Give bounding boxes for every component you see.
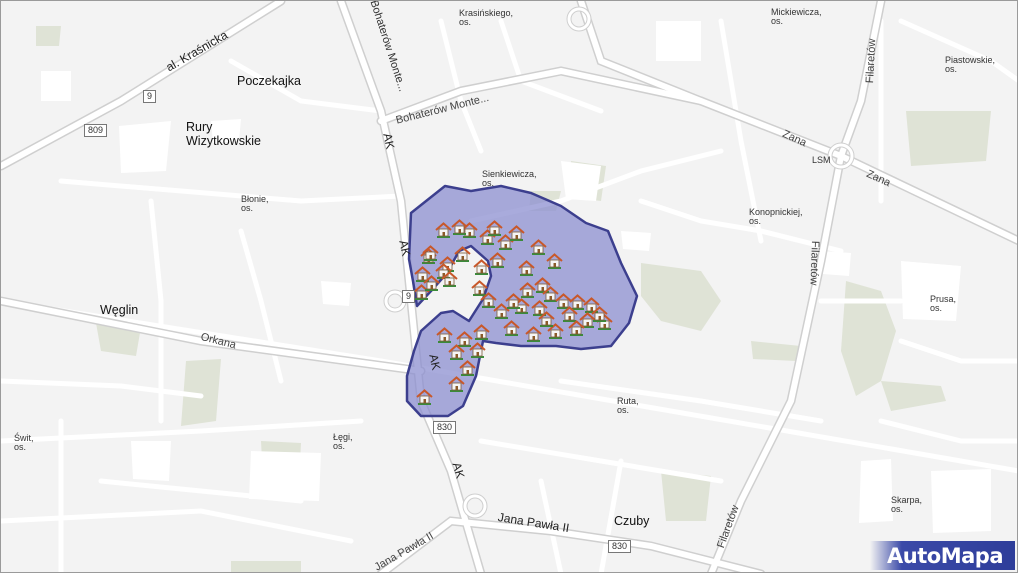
road-shield-small-1: 9	[143, 90, 157, 103]
road-label-filaretow-1: Filaretów	[864, 38, 879, 84]
road-label-ak-south: AK	[426, 352, 444, 372]
place-label-rury-wizytkowskie: Rury Wizytkowskie	[186, 120, 261, 148]
district-label-ruta: Ruta, os.	[617, 396, 639, 415]
automapa-logo: AutoMapa	[870, 541, 1015, 570]
district-label-sienkiewicza: Sienkiewicza, os.	[482, 169, 537, 188]
road-shield-809: 809	[84, 124, 108, 137]
place-label-czuby: Czuby	[614, 514, 650, 528]
road-label-ak-mid: AK	[396, 238, 414, 258]
district-label-prusa: Prusa, os.	[930, 294, 957, 313]
place-label-poczekajka: Poczekajka	[237, 74, 301, 88]
road-shield-small-2: 9	[402, 290, 416, 303]
road-label-filaretow-2: Filaretów	[807, 240, 821, 286]
district-label-konopnickiej: Konopnickiej, os.	[749, 207, 803, 226]
road-label-lsm: LSM	[812, 155, 831, 165]
house-icon	[473, 259, 490, 275]
district-label-piastowskie: Piastowskie, os.	[945, 55, 996, 74]
place-label-rury-line2: Wizytkowskie	[186, 134, 262, 148]
road-label-ak-bottom: AK	[449, 460, 468, 480]
place-label-weglin: Węglin	[100, 303, 139, 317]
place-label-rury-line1: Rury	[186, 120, 213, 134]
road-shield-830-b: 830	[608, 540, 632, 553]
district-label-mickiewicza: Mickiewicza, os.	[771, 7, 822, 26]
map-base-layer	[1, 1, 1017, 572]
district-label-legi: Łęgi, os.	[333, 432, 353, 451]
district-label-swit: Świt, os.	[14, 433, 34, 452]
road-label-ak-north: AK	[380, 131, 398, 151]
road-shield-830-a: 830	[433, 421, 457, 434]
district-label-krasinskiego: Krasińskiego, os.	[459, 8, 514, 27]
district-label-blonie: Błonie, os.	[241, 194, 269, 213]
district-label-skarpa: Skarpa, os.	[891, 495, 923, 514]
map-view[interactable]: Poczekajka Rury Wizytkowskie Węglin Czub…	[0, 0, 1018, 573]
